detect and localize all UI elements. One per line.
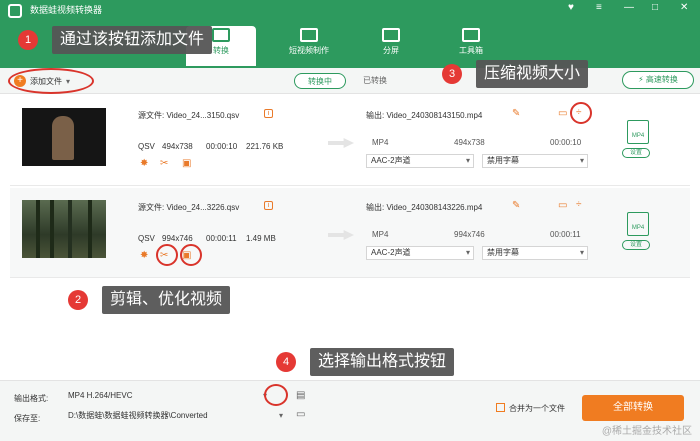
- tab-short-video-label: 短视频制作: [289, 46, 329, 55]
- annotation-tooltip: 通过该按钮添加文件: [52, 26, 213, 54]
- edit-icon[interactable]: ▣: [182, 158, 191, 169]
- watermark: @稀土掘金技术社区: [601, 426, 692, 437]
- source-size: 1.49 MB: [246, 234, 276, 243]
- annotation-tooltip: 剪辑、优化视频: [102, 286, 231, 314]
- audio-select[interactable]: AAC-2声道: [366, 154, 474, 168]
- toolbar: + 添加文件 ▾ 转换中 已转换 ⚡ 高速转换: [0, 68, 700, 94]
- fast-convert-button[interactable]: ⚡ 高速转换: [622, 71, 694, 89]
- tab-short-video[interactable]: 短视频制作: [274, 26, 344, 66]
- merge-label: 合并为一个文件: [509, 404, 565, 413]
- compress-icon[interactable]: ▭: [558, 108, 567, 119]
- format-badge[interactable]: MP4: [627, 120, 649, 144]
- compress-icon[interactable]: ▭: [558, 200, 567, 211]
- info-icon[interactable]: i: [264, 109, 273, 118]
- output-resolution: 494x738: [454, 138, 485, 147]
- image-icon: [300, 28, 318, 42]
- lightning-icon: ⚡: [638, 75, 644, 84]
- arrow-icon: [328, 230, 354, 240]
- video-thumbnail[interactable]: [22, 108, 106, 166]
- output-duration: 00:00:10: [550, 138, 582, 147]
- settings-button[interactable]: 设置: [622, 240, 650, 250]
- annotation-tooltip: 选择输出格式按钮: [310, 348, 455, 376]
- rename-icon[interactable]: ✎: [512, 200, 520, 211]
- rename-icon[interactable]: ✎: [512, 108, 520, 119]
- tab-converted[interactable]: 已转换: [355, 73, 395, 89]
- merge-checkbox[interactable]: [496, 403, 505, 412]
- toolbox-icon: [462, 28, 480, 42]
- maximize-button[interactable]: □: [652, 2, 658, 13]
- annotation-number: 3: [442, 64, 462, 84]
- minimize-button[interactable]: —: [624, 2, 634, 13]
- output-format-select[interactable]: MP4 H.264/HEVC: [64, 390, 270, 404]
- bottom-bar: 输出格式: MP4 H.264/HEVC ▤ 保存至: D:\数据蛙\数据蛙视频…: [0, 380, 700, 441]
- output-file: 输出: Video_240308143226.mp4: [366, 203, 483, 212]
- app-logo-icon: [8, 4, 22, 18]
- source-duration: 00:00:10: [206, 142, 238, 151]
- source-duration: 00:00:11: [206, 234, 237, 243]
- source-codec: QSV: [138, 234, 155, 243]
- format-badge[interactable]: MP4: [627, 212, 649, 236]
- format-label: 输出格式:: [14, 394, 49, 403]
- output-resolution: 994x746: [454, 230, 485, 239]
- cut-icon[interactable]: ÷: [576, 199, 582, 210]
- output-file: 输出: Video_240308143150.mp4: [366, 111, 483, 120]
- highlight-ring: [264, 384, 288, 406]
- source-file: 源文件: Video_24...3150.qsv: [138, 111, 240, 120]
- save-label: 保存至:: [14, 414, 41, 423]
- source-codec: QSV: [138, 142, 155, 151]
- tab-convert-label: 转换: [213, 46, 229, 55]
- output-format: MP4: [372, 230, 389, 239]
- split-screen-icon: [382, 28, 400, 42]
- format-settings-icon[interactable]: ▤: [296, 390, 305, 401]
- convert-all-button[interactable]: 全部转换: [582, 395, 684, 421]
- favorite-icon[interactable]: ♥: [568, 2, 574, 13]
- tab-split-screen-label: 分屏: [383, 46, 399, 55]
- source-resolution: 994x746: [162, 234, 193, 243]
- annotation-number: 4: [276, 352, 296, 372]
- list-item[interactable]: 源文件: Video_24...3226.qsv i QSV 994x746 0…: [10, 188, 690, 278]
- audio-select[interactable]: AAC-2声道: [366, 246, 474, 260]
- settings-button[interactable]: 设置: [622, 148, 650, 158]
- app-title: 数据蛙视频转换器: [30, 5, 103, 15]
- fast-convert-label: 高速转换: [645, 75, 678, 84]
- output-format: MP4: [372, 138, 389, 147]
- tab-toolbox-label: 工具箱: [459, 46, 483, 55]
- source-size: 221.76 KB: [246, 142, 284, 151]
- highlight-ring: [570, 102, 592, 124]
- subtitle-select[interactable]: 禁用字幕: [482, 154, 588, 168]
- close-button[interactable]: ✕: [680, 2, 688, 13]
- info-icon[interactable]: i: [264, 201, 273, 210]
- tab-split-screen[interactable]: 分屏: [356, 26, 426, 66]
- highlight-ring: [8, 68, 94, 94]
- annotation-number: 1: [18, 30, 38, 50]
- highlight-ring: [180, 244, 202, 266]
- arrow-icon: [328, 138, 354, 148]
- menu-icon[interactable]: ≡: [596, 2, 602, 13]
- save-path-select[interactable]: D:\数据蛙\数据蛙视频转换器\Converted: [64, 410, 286, 424]
- source-file: 源文件: Video_24...3226.qsv: [138, 203, 240, 212]
- effects-icon[interactable]: ✸: [140, 250, 148, 261]
- source-resolution: 494x738: [162, 142, 193, 151]
- scissors-icon[interactable]: ✂: [160, 158, 168, 169]
- highlight-ring: [156, 244, 178, 266]
- effects-icon[interactable]: ✸: [140, 158, 148, 169]
- folder-icon[interactable]: ▭: [296, 409, 305, 420]
- output-duration: 00:00:11: [550, 230, 581, 239]
- tab-converting[interactable]: 转换中: [294, 73, 346, 89]
- annotation-number: 2: [68, 290, 88, 310]
- annotation-tooltip: 压缩视频大小: [476, 60, 589, 88]
- subtitle-select[interactable]: 禁用字幕: [482, 246, 588, 260]
- convert-icon: [212, 28, 230, 42]
- video-thumbnail[interactable]: [22, 200, 106, 258]
